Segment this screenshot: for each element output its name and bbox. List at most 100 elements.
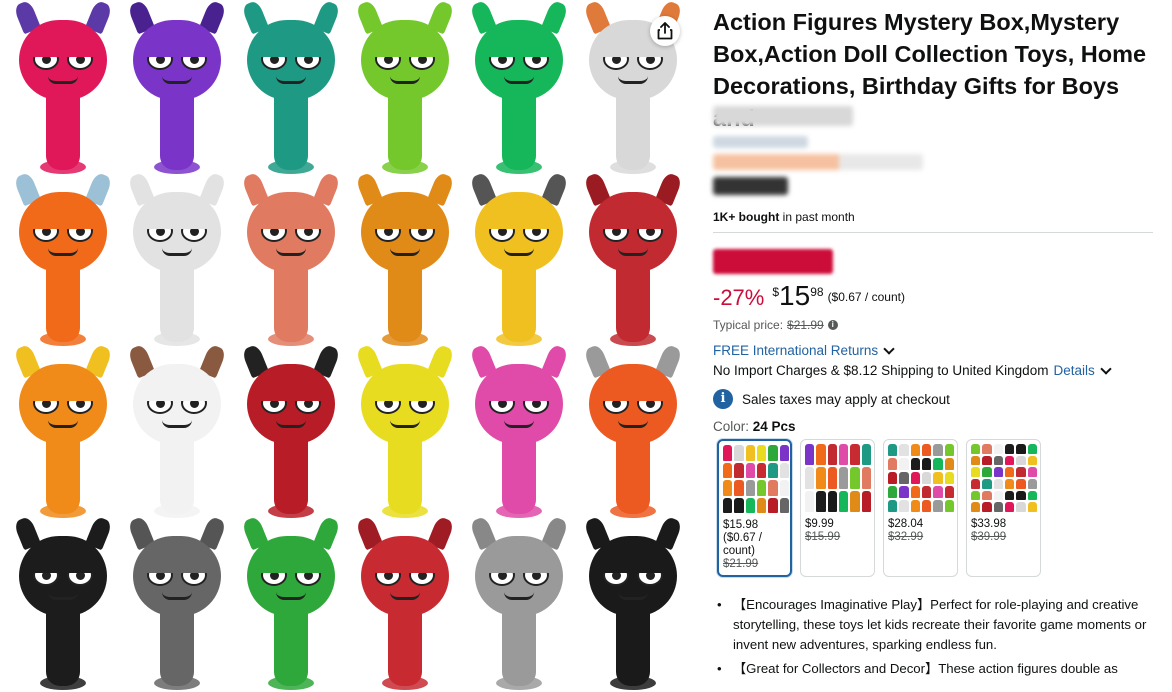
price-block: -27% $ 15 98 ($0.67 / count) <box>713 282 905 311</box>
product-details: Action Figures Mystery Box,Mystery Box,A… <box>713 0 1158 692</box>
thumb-figure <box>827 467 837 489</box>
thumb-figure <box>921 500 932 512</box>
thumb-figure <box>768 462 778 478</box>
thumb-figure <box>1004 490 1015 501</box>
chevron-down-icon[interactable] <box>1100 362 1112 375</box>
returns-link[interactable]: FREE International Returns <box>713 342 895 358</box>
toy-figure <box>460 515 578 690</box>
thumb-figure <box>779 445 789 461</box>
toy-figure <box>460 0 578 174</box>
thumb-figure <box>982 490 992 501</box>
product-image[interactable] <box>0 0 700 692</box>
thumb-figure <box>1016 478 1026 489</box>
thumb-figure <box>805 467 815 489</box>
details-link[interactable]: Details <box>1053 363 1094 378</box>
thumb-figure <box>933 444 943 456</box>
swatch-thumbnail <box>888 444 954 512</box>
thumb-figure <box>723 497 733 513</box>
thumb-figure <box>1016 467 1026 477</box>
thumb-figure <box>816 490 826 512</box>
thumb-figure <box>734 497 744 513</box>
thumb-figure <box>971 467 981 477</box>
thumb-figure <box>861 490 871 512</box>
thumb-figure <box>910 444 920 456</box>
thumb-figure <box>768 497 778 513</box>
swatch-option[interactable]: $28.04 $32.99 <box>883 439 958 577</box>
thumb-figure <box>971 455 981 466</box>
share-icon <box>657 22 673 40</box>
deal-badge <box>713 249 833 274</box>
thumb-figure <box>888 500 898 512</box>
toy-figure <box>232 0 350 174</box>
thumb-figure <box>734 462 744 478</box>
thumb-figure <box>805 490 815 512</box>
thumb-figure <box>888 458 898 470</box>
toy-figure <box>574 515 692 690</box>
thumb-figure <box>1027 455 1037 466</box>
swatch-option[interactable]: $9.99 $15.99 <box>800 439 875 577</box>
thumb-figure <box>861 467 871 489</box>
thumb-figure <box>1027 444 1037 454</box>
thumb-figure <box>1027 467 1037 477</box>
thumb-figure <box>971 444 981 454</box>
thumb-figure <box>1016 490 1026 501</box>
thumb-figure <box>1027 478 1037 489</box>
toy-figure <box>118 515 236 690</box>
thumb-figure <box>888 472 898 484</box>
swatch-thumbnail <box>971 444 1037 512</box>
thumb-figure <box>993 502 1003 512</box>
blurred-store-link <box>713 136 808 148</box>
thumb-figure <box>756 480 767 496</box>
toy-figure <box>232 343 350 518</box>
swatch-option[interactable]: $33.98 $39.99 <box>966 439 1041 577</box>
thumb-figure <box>971 502 981 512</box>
toy-figure <box>574 343 692 518</box>
thumb-figure <box>899 500 909 512</box>
thumb-figure <box>1004 444 1015 454</box>
blurred-rating <box>713 154 923 170</box>
thumb-figure <box>1004 467 1015 477</box>
share-button[interactable] <box>650 16 680 46</box>
list-item: 【Encourages Imaginative Play】Perfect for… <box>713 595 1153 655</box>
thumb-figure <box>1004 455 1015 466</box>
thumb-figure <box>1016 444 1026 454</box>
thumb-figure <box>899 472 909 484</box>
thumb-figure <box>745 445 755 461</box>
thumb-figure <box>944 500 954 512</box>
toy-figure <box>4 343 122 518</box>
toy-figure <box>118 171 236 346</box>
thumb-figure <box>971 490 981 501</box>
thumb-figure <box>982 502 992 512</box>
thumb-figure <box>982 455 992 466</box>
thumb-figure <box>921 458 932 470</box>
toy-figure <box>4 515 122 690</box>
toy-figure <box>346 343 464 518</box>
toy-figure <box>346 171 464 346</box>
tax-note: i Sales taxes may apply at checkout <box>713 389 950 409</box>
thumb-figure <box>899 458 909 470</box>
thumb-figure <box>1016 455 1026 466</box>
color-swatches: $15.98 ($0.67 / count) $21.99 $9.99 $15.… <box>717 439 1041 577</box>
thumb-figure <box>910 458 920 470</box>
thumb-figure <box>827 490 837 512</box>
toy-figure <box>574 171 692 346</box>
thumb-figure <box>1027 490 1037 501</box>
thumb-figure <box>723 480 733 496</box>
swatch-option[interactable]: $15.98 ($0.67 / count) $21.99 <box>717 439 792 577</box>
thumb-figure <box>734 480 744 496</box>
thumb-figure <box>944 444 954 456</box>
thumb-figure <box>745 462 755 478</box>
toy-figure <box>346 0 464 174</box>
toy-figure <box>118 0 236 174</box>
thumb-figure <box>850 444 860 466</box>
info-icon[interactable]: i <box>827 320 838 330</box>
typical-price: Typical price: $21.99 i <box>713 318 838 332</box>
color-label: Color: 24 Pcs <box>713 419 796 434</box>
thumb-figure <box>971 478 981 489</box>
price: $ 15 98 <box>772 280 824 311</box>
thumb-figure <box>910 472 920 484</box>
thumb-figure <box>993 478 1003 489</box>
thumb-figure <box>756 445 767 461</box>
thumb-figure <box>982 444 992 454</box>
thumb-figure <box>816 467 826 489</box>
